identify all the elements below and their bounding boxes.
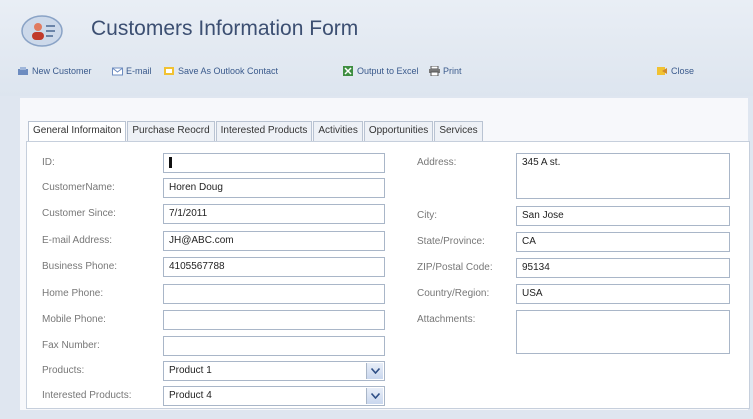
chevron-down-icon[interactable] (366, 363, 383, 379)
new-customer-label: New Customer (32, 66, 92, 76)
output-to-excel-button[interactable]: Output to Excel (343, 66, 419, 76)
id-field[interactable] (163, 153, 385, 173)
attachments-field[interactable] (516, 310, 730, 354)
email-address-label: E-mail Address: (42, 235, 113, 246)
tab-services[interactable]: Services (434, 121, 483, 141)
id-label: ID: (42, 157, 55, 168)
close-label: Close (671, 66, 695, 76)
products-combobox[interactable]: Product 1 (163, 361, 385, 381)
mobile-phone-label: Mobile Phone: (42, 314, 106, 325)
home-phone-label: Home Phone: (42, 288, 104, 299)
mobile-phone-field[interactable] (163, 310, 385, 330)
business-phone-label: Business Phone: (42, 261, 118, 272)
interested-products-label: Interested Products: (42, 390, 132, 401)
home-phone-field[interactable] (163, 284, 385, 304)
print-label: Print (443, 66, 462, 76)
business-phone-field[interactable]: 4105567788 (163, 257, 385, 277)
email-label: E-mail (126, 66, 152, 76)
state-province-label: State/Province: (417, 236, 485, 247)
products-value: Product 1 (169, 365, 212, 376)
country-region-field[interactable]: USA (516, 284, 730, 304)
outlook-contact-icon (164, 67, 174, 75)
zip-postal-code-label: ZIP/Postal Code: (417, 262, 493, 273)
new-customer-icon (18, 67, 28, 75)
address-field[interactable]: 345 A st. (516, 153, 730, 199)
city-label: City: (417, 210, 437, 221)
email-address-field[interactable]: JH@ABC.com (163, 231, 385, 251)
tab-activities[interactable]: Activities (313, 121, 363, 141)
attachments-label: Attachments: (417, 314, 476, 325)
interested-products-value: Product 4 (169, 390, 212, 401)
state-province-field[interactable]: CA (516, 232, 730, 252)
customer-since-label: Customer Since: (42, 208, 116, 219)
text-cursor (169, 157, 172, 168)
print-button[interactable]: Print (429, 66, 462, 76)
print-icon (429, 66, 440, 76)
fax-number-label: Fax Number: (42, 340, 100, 351)
city-field[interactable]: San Jose (516, 206, 730, 226)
excel-icon (343, 66, 353, 76)
zip-postal-code-field[interactable]: 95134 (516, 258, 730, 278)
output-to-excel-label: Output to Excel (357, 66, 419, 76)
page-title: Customers Information Form (91, 17, 359, 40)
save-as-outlook-contact-label: Save As Outlook Contact (178, 66, 279, 76)
close-button[interactable]: Close (657, 66, 694, 76)
save-as-outlook-contact-button[interactable]: Save As Outlook Contact (164, 66, 278, 76)
tab-strip: General Informaiton Purchase Reocrd Inte… (28, 121, 484, 142)
tab-opportunities[interactable]: Opportunities (363, 121, 434, 141)
close-icon (657, 67, 667, 75)
customer-contact-icon (21, 15, 63, 47)
products-label: Products: (42, 365, 85, 376)
tab-purchase-record[interactable]: Purchase Reocrd (127, 121, 215, 141)
address-label: Address: (417, 157, 457, 168)
customer-since-field[interactable]: 7/1/2011 (163, 204, 385, 224)
new-customer-button[interactable]: New Customer (18, 66, 92, 76)
tab-general-information[interactable]: General Informaiton (28, 121, 127, 142)
toolbar: New Customer E-mail Save As Outlook Cont… (18, 66, 738, 82)
email-button[interactable]: E-mail (112, 66, 152, 76)
customer-name-field[interactable]: Horen Doug (163, 178, 385, 198)
chevron-down-icon[interactable] (366, 388, 383, 404)
customer-name-label: CustomerName: (42, 182, 115, 193)
email-icon (112, 67, 123, 76)
tab-interested-products[interactable]: Interested Products (215, 121, 313, 141)
country-region-label: Country/Region: (417, 288, 490, 299)
interested-products-combobox[interactable]: Product 4 (163, 386, 385, 406)
fax-number-field[interactable] (163, 336, 385, 356)
